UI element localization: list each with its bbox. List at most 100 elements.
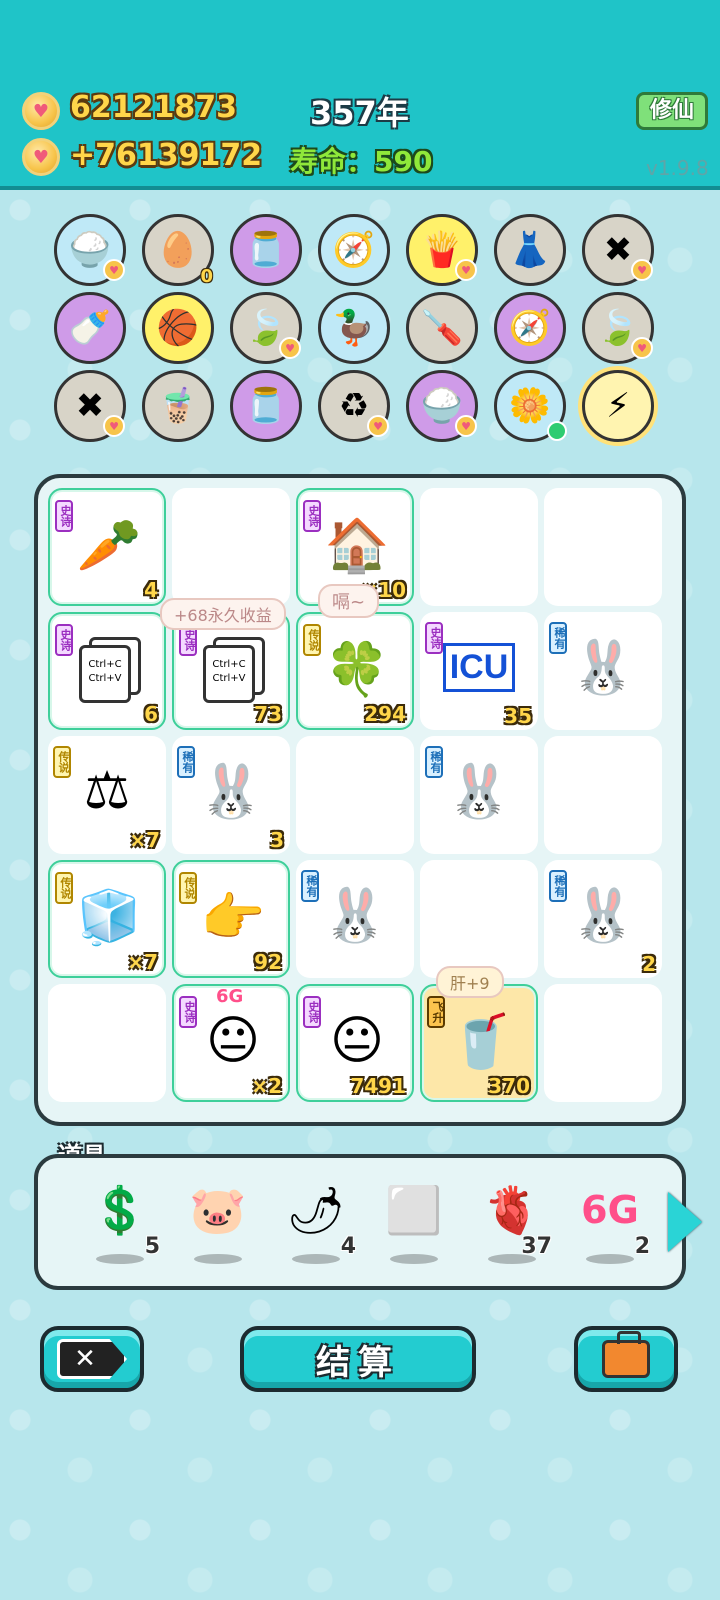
lightning-icon: ⚡ [606,386,630,426]
item-slot[interactable]: 🥚 0 [142,214,214,287]
clover-fridge-glyph: 🍀 [324,639,390,700]
board-cell-item[interactable]: 史诗 🥕 4 [48,488,166,606]
piggy-bank-icon: 🐷 [189,1182,247,1237]
lifespan: 寿命：590 [290,145,433,178]
face-6g-icon: 😐 [194,1002,272,1080]
board-cell-empty[interactable] [544,488,662,606]
icu-label: ICU [442,642,516,692]
item-slot[interactable]: ⚡ [582,370,654,442]
briefcase-icon [602,1331,650,1378]
board-cell-empty[interactable] [420,488,538,606]
board-cell-item[interactable]: 史诗 Ctrl+C Ctrl+V 6 [48,612,166,730]
prop-shadow [292,1254,340,1264]
board-cell-empty[interactable] [296,736,414,854]
crown-hand-icon: 👉 [194,878,272,956]
item-slot[interactable]: ✖ ♥ [582,214,654,286]
board-cell-item[interactable]: 稀有 🐰 3 [172,736,290,854]
board-cell-item[interactable]: 传说 🍀 294 [296,612,414,730]
xiuxian-button[interactable]: 修仙 [636,92,708,130]
coin-income: +76139172 [70,138,263,173]
item-count: 294 [364,702,406,726]
item-slot[interactable]: 👗 [494,214,566,286]
board-cell-item[interactable]: 稀有 🐰 [420,736,538,854]
prop-dollar-coin[interactable]: 💲 5 [80,1180,160,1270]
prop-shadow [96,1254,144,1264]
item-slot[interactable]: 🦆 [318,292,390,364]
board-cell-item[interactable]: 传说 🧊 ×7 [48,860,166,978]
face-6g-glyph: 😐 [205,1011,261,1071]
item-slot[interactable]: 🍃 ♥ [230,292,302,364]
item-count: ×7 [129,828,160,852]
item-slot[interactable]: 🧭 [318,214,390,286]
heart-badge-icon: ♥ [631,259,653,281]
jar-icon: 🫙 [244,230,288,270]
prop-frame[interactable]: ⬜ [374,1180,454,1270]
scale-icon: ⚖ [68,752,146,830]
prop-liver[interactable]: 🫀 37 [472,1180,552,1270]
rabbit-house-glyph: 🏠 [324,515,390,576]
tag-x-icon: ✖ [603,230,633,270]
crown-hand-glyph: 👉 [200,887,266,948]
liver-bubble: 肝+9 [436,966,504,998]
item-count: 35 [504,704,532,728]
item-slot[interactable]: ✖ ♥ [54,370,126,442]
board-cell-item[interactable]: 传说 ⚖ ×7 [48,736,166,854]
prop-count: 2 [634,1234,650,1259]
compass-icon: 🧭 [508,308,552,348]
board-cell-item[interactable]: 稀有 🐰 [296,860,414,978]
6g-label: 6G [216,986,244,1007]
props-next-arrow-icon[interactable] [668,1192,702,1252]
duck-pot-icon: 🦆 [332,308,376,348]
board-cell-empty[interactable] [420,860,538,978]
item-slot[interactable]: 🏀 [142,292,214,364]
board-cell-empty[interactable] [172,488,290,606]
copy-label: Ctrl+C [212,659,246,670]
board-cell-item[interactable]: 飞升 🥤 370 [420,984,538,1102]
item-slot[interactable]: 🧋 [142,370,214,442]
paste-label: Ctrl+V [88,673,122,684]
6g-icon: 6G [581,1188,639,1232]
item-slot[interactable]: 🌼 [494,370,567,442]
board-cell-empty[interactable] [48,984,166,1102]
bag-button[interactable] [574,1326,678,1392]
prop-chili[interactable]: 🌶 4 [276,1180,356,1270]
prop-6g[interactable]: 6G 2 [570,1180,650,1270]
prop-shadow [194,1254,242,1264]
board-cell-item[interactable]: 传说 👉 92 [172,860,290,978]
item-slot[interactable]: 🍟 ♥ [406,214,478,286]
settle-button[interactable]: 结算 [240,1326,476,1392]
prop-piggy-bank[interactable]: 🐷 [178,1180,258,1270]
ctrl-copy-icon: Ctrl+C Ctrl+V [70,630,148,708]
top-bar: ♥ 62121873 ♥ +76139172 357年 寿命：590 修仙 v1… [0,0,720,190]
rabbit-glyph: 🐰 [198,761,264,822]
item-slot[interactable]: 🫙 [230,214,302,286]
prop-count: 4 [340,1234,356,1259]
board-cell-item[interactable]: 史诗 😐 6G ×2 [172,984,290,1102]
item-slot[interactable]: 🧭 [494,292,566,364]
discard-button[interactable]: ✕ [40,1326,144,1392]
board-cell-item[interactable]: 稀有 🐰 2 [544,860,662,978]
bubble-tea-icon: 🧋 [156,386,200,426]
copy-label: Ctrl+C [88,659,122,670]
board-cell-item[interactable]: 史诗 ICU 35 [420,612,538,730]
board-cell-item[interactable]: 稀有 🐰 [544,612,662,730]
item-slot[interactable]: 🍚 ♥ [54,214,126,286]
chili-icon: 🌶 [286,1182,346,1237]
board-cell-empty[interactable] [544,736,662,854]
item-slot[interactable]: 🪛 [406,292,478,364]
jar-icon: 🫙 [244,386,288,426]
item-slot[interactable]: ♻ ♥ [318,370,390,442]
heart-badge-icon: ♥ [455,259,477,281]
item-slot[interactable]: 🍼 [54,292,126,364]
carrot-glyph: 🥕 [76,515,142,576]
frame-icon: ⬜ [385,1182,443,1237]
board-cell-item[interactable]: 史诗 😐 7491 [296,984,414,1102]
item-count: ×2 [251,1074,282,1098]
dollar-coin-icon: 💲 [91,1182,149,1237]
board-cell-empty[interactable] [544,984,662,1102]
item-slot[interactable]: 🫙 [230,370,302,442]
item-slot[interactable]: 🍚 ♥ [406,370,478,442]
basketballs-icon: 🏀 [156,308,200,348]
heart-badge-icon: ♥ [631,337,653,359]
item-slot[interactable]: 🍃 ♥ [582,292,654,364]
